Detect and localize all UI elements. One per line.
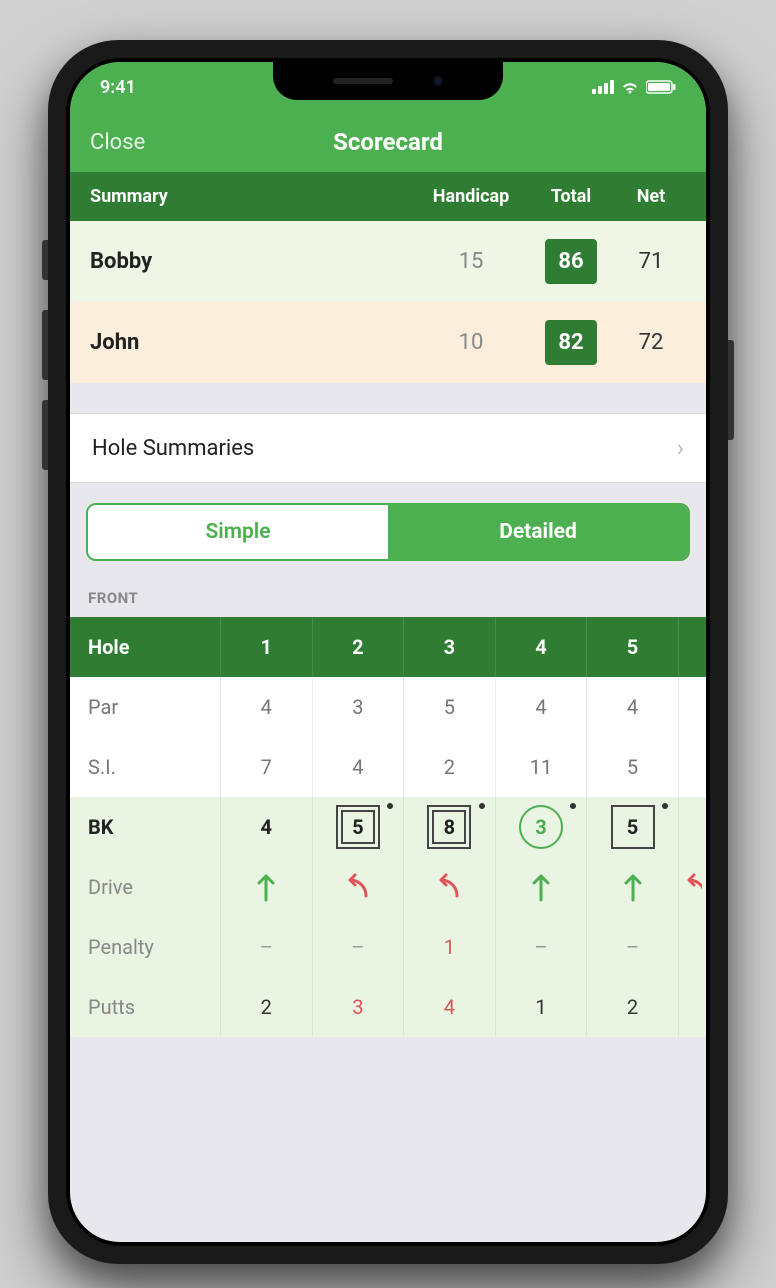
dot-icon: [387, 803, 393, 809]
total-header: Total: [526, 186, 616, 207]
si-cell: 5: [586, 737, 678, 797]
cellular-icon: [592, 80, 614, 94]
summary-label: Summary: [90, 186, 416, 207]
player-total: 82: [526, 320, 616, 365]
bogey-icon: 5: [611, 805, 655, 849]
penalty-label: Penalty: [70, 917, 220, 977]
par-cell: 5: [403, 677, 495, 737]
drive-row: Drive: [70, 857, 706, 917]
bk-cell[interactable]: 5: [312, 797, 404, 857]
putts-cell: 1: [495, 977, 587, 1037]
wifi-icon: [620, 80, 640, 94]
arrow-up-icon: [529, 872, 553, 902]
si-label: S.I.: [70, 737, 220, 797]
arrow-up-icon: [621, 872, 645, 902]
battery-icon: [646, 80, 676, 94]
handicap-header: Handicap: [416, 186, 526, 207]
hole-col: 5: [586, 617, 678, 677]
player-row-bobby[interactable]: Bobby 15 86 71: [70, 221, 706, 302]
bk-cell[interactable]: 8: [403, 797, 495, 857]
penalty-cell: –: [312, 917, 404, 977]
net-header: Net: [616, 186, 686, 207]
dot-icon: [662, 803, 668, 809]
player-row-john[interactable]: John 10 82 72: [70, 302, 706, 383]
drive-cell: [678, 857, 706, 917]
hole-col: 2: [312, 617, 404, 677]
putts-cell: 4: [403, 977, 495, 1037]
toggle-simple[interactable]: Simple: [88, 505, 388, 559]
curve-left-icon: [434, 872, 464, 902]
drive-cell: [495, 857, 587, 917]
hole-col: 1: [220, 617, 312, 677]
bk-cell[interactable]: 4: [220, 797, 312, 857]
player-name: John: [90, 330, 416, 355]
putts-cell: 2: [586, 977, 678, 1037]
si-cell: 7: [220, 737, 312, 797]
si-cell: 2: [403, 737, 495, 797]
hole-col: 3: [403, 617, 495, 677]
player-total: 86: [526, 239, 616, 284]
bk-row: BK 4 5 8 3 5: [70, 797, 706, 857]
par-row: Par 4 3 5 4 4: [70, 677, 706, 737]
status-time: 9:41: [100, 77, 136, 98]
double-bogey-icon: 8: [427, 805, 471, 849]
player-net: 71: [616, 249, 686, 274]
curve-left-icon: [343, 872, 373, 902]
putts-cell: 3: [312, 977, 404, 1037]
page-title: Scorecard: [333, 128, 443, 156]
penalty-cell: –: [586, 917, 678, 977]
si-row: S.I. 7 4 2 11 5: [70, 737, 706, 797]
dot-icon: [570, 803, 576, 809]
summary-header: Summary Handicap Total Net: [70, 172, 706, 221]
arrow-up-icon: [254, 872, 278, 902]
par-cell: 3: [312, 677, 404, 737]
drive-cell: [220, 857, 312, 917]
putts-label: Putts: [70, 977, 220, 1037]
si-cell: 11: [495, 737, 587, 797]
toggle-detailed[interactable]: Detailed: [388, 505, 688, 559]
close-button[interactable]: Close: [90, 130, 145, 155]
dot-icon: [479, 803, 485, 809]
chevron-right-icon: ›: [677, 434, 684, 462]
view-toggle: Simple Detailed: [86, 503, 690, 561]
bk-cell[interactable]: 3: [495, 797, 587, 857]
drive-cell: [586, 857, 678, 917]
penalty-cell: 1: [403, 917, 495, 977]
player-net: 72: [616, 330, 686, 355]
curve-left-icon: [682, 872, 702, 902]
hole-header-row: Hole 1 2 3 4 5: [70, 617, 706, 677]
player-handicap: 10: [416, 330, 526, 355]
score-table: Hole 1 2 3 4 5 Par 4 3 5 4 4: [70, 617, 706, 1037]
birdie-icon: 3: [519, 805, 563, 849]
double-bogey-icon: 5: [336, 805, 380, 849]
nav-bar: Close Scorecard: [70, 112, 706, 172]
putts-cell: 2: [220, 977, 312, 1037]
hole-col: 4: [495, 617, 587, 677]
par-label: Par: [70, 677, 220, 737]
hole-summaries-row[interactable]: Hole Summaries ›: [70, 413, 706, 483]
putts-row: Putts 2 3 4 1 2: [70, 977, 706, 1037]
penalty-cell: –: [495, 917, 587, 977]
penalty-cell: –: [220, 917, 312, 977]
drive-cell: [312, 857, 404, 917]
si-cell: 4: [312, 737, 404, 797]
player-name: Bobby: [90, 249, 416, 274]
section-front: FRONT: [70, 583, 706, 617]
hole-summaries-label: Hole Summaries: [92, 436, 254, 461]
player-handicap: 15: [416, 249, 526, 274]
par-cell: 4: [495, 677, 587, 737]
penalty-row: Penalty – – 1 – –: [70, 917, 706, 977]
hole-label: Hole: [70, 617, 220, 677]
drive-label: Drive: [70, 857, 220, 917]
drive-cell: [403, 857, 495, 917]
bk-label: BK: [70, 797, 220, 857]
par-cell: 4: [220, 677, 312, 737]
status-indicators: [592, 80, 676, 94]
par-cell: 4: [586, 677, 678, 737]
bk-cell[interactable]: 5: [586, 797, 678, 857]
